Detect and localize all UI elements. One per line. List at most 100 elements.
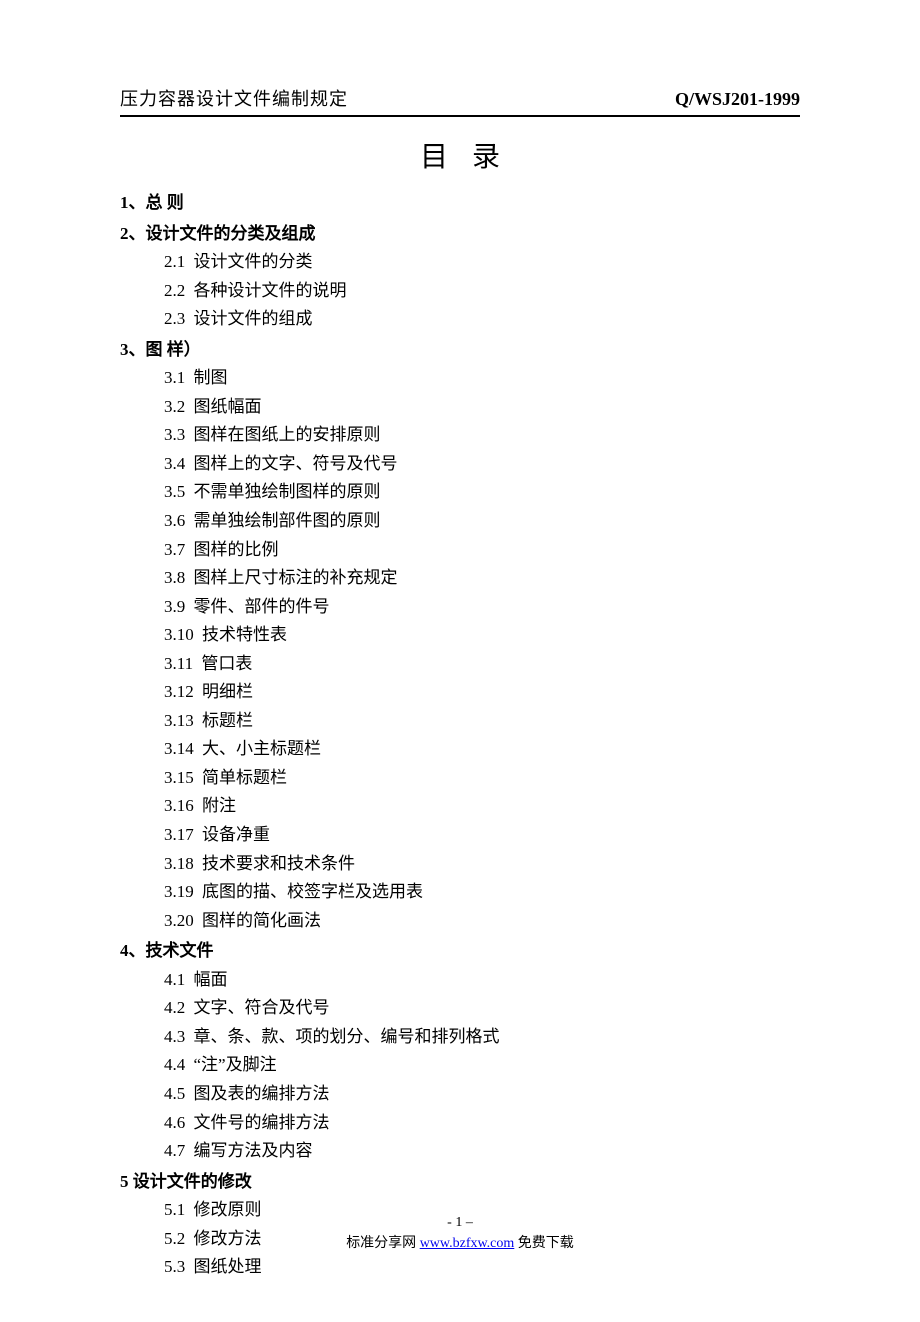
toc-sub-item-label: 制图 (194, 368, 228, 387)
toc-sub-item-label: 图及表的编排方法 (194, 1084, 330, 1103)
toc-sub-item-number: 4.5 (164, 1084, 185, 1103)
toc-sub-item-number: 3.14 (164, 739, 194, 758)
toc-section-number: 4、 (120, 941, 146, 960)
toc-sub-item: 3.10 技术特性表 (120, 621, 800, 650)
toc-sub-item-label: 零件、部件的件号 (194, 597, 330, 616)
toc-sub-item-label: 需单独绘制部件图的原则 (194, 511, 381, 530)
toc-sub-item-label: 文件号的编排方法 (194, 1113, 330, 1132)
toc-sub-item-number: 3.5 (164, 482, 185, 501)
toc-sub-item: 4.2 文字、符合及代号 (120, 994, 800, 1023)
toc-section-label: 图 样） (146, 340, 201, 359)
toc-sub-item-number: 3.6 (164, 511, 185, 530)
toc-section-label: 设计文件的分类及组成 (146, 224, 316, 243)
toc-section-number: 3、 (120, 340, 146, 359)
toc-sub-item-number: 5.3 (164, 1257, 185, 1276)
toc-sub-item: 3.5 不需单独绘制图样的原则 (120, 478, 800, 507)
toc-sub-item-label: 图样上的文字、符号及代号 (194, 454, 398, 473)
toc-sub-item-number: 3.15 (164, 768, 194, 787)
toc-section-heading: 2、设计文件的分类及组成 (120, 220, 800, 249)
toc-sub-item-number: 4.7 (164, 1141, 185, 1160)
toc-sub-item-label: 设计文件的组成 (194, 309, 313, 328)
toc-sub-item-label: 简单标题栏 (202, 768, 287, 787)
toc-sub-item-label: 不需单独绘制图样的原则 (194, 482, 381, 501)
toc-sub-item: 4.1 幅面 (120, 966, 800, 995)
toc-section-label: 设计文件的修改 (133, 1172, 252, 1191)
toc-sub-item: 5.3 图纸处理 (120, 1253, 800, 1282)
toc-sub-item-number: 3.13 (164, 711, 194, 730)
toc-sub-item-label: 幅面 (194, 970, 228, 989)
toc-sub-item-number: 2.1 (164, 252, 185, 271)
toc-sub-item-label: 图样的简化画法 (202, 911, 321, 930)
toc-sub-item: 4.7 编写方法及内容 (120, 1137, 800, 1166)
toc-sub-item-number: 3.7 (164, 540, 185, 559)
toc-sub-item-number: 3.16 (164, 796, 194, 815)
page-number: - 1 – (0, 1212, 920, 1233)
toc-sub-item-number: 4.4 (164, 1055, 185, 1074)
toc-sub-item-number: 3.17 (164, 825, 194, 844)
toc-section-heading: 5 设计文件的修改 (120, 1168, 800, 1197)
toc-sub-item-label: 图样在图纸上的安排原则 (194, 425, 381, 444)
toc-sub-item-label: 技术特性表 (202, 625, 287, 644)
toc-sub-item: 3.19 底图的描、校签字栏及选用表 (120, 878, 800, 907)
toc-section-number: 1、 (120, 193, 146, 212)
header-code-right: Q/WSJ201-1999 (675, 89, 800, 110)
toc-sub-item-number: 4.1 (164, 970, 185, 989)
page-footer: - 1 – 标准分享网 www.bzfxw.com 免费下载 (0, 1212, 920, 1254)
toc-sub-item-label: 底图的描、校签字栏及选用表 (202, 882, 423, 901)
toc-sub-item-label: 明细栏 (202, 682, 253, 701)
toc-sub-item-label: 各种设计文件的说明 (194, 281, 347, 300)
toc-sub-item-number: 3.19 (164, 882, 194, 901)
toc-sub-item-label: 文字、符合及代号 (194, 998, 330, 1017)
toc-sub-item: 3.3 图样在图纸上的安排原则 (120, 421, 800, 450)
toc-sub-item: 3.14 大、小主标题栏 (120, 735, 800, 764)
toc-sub-item-number: 3.4 (164, 454, 185, 473)
toc-sub-item-number: 2.3 (164, 309, 185, 328)
footer-share-link[interactable]: www.bzfxw.com (420, 1236, 515, 1251)
document-header: 压力容器设计文件编制规定 Q/WSJ201-1999 (120, 85, 800, 117)
toc-sub-item: 3.16 附注 (120, 792, 800, 821)
toc-sub-item: 4.6 文件号的编排方法 (120, 1109, 800, 1138)
footer-share-prefix: 标准分享网 (346, 1236, 420, 1251)
toc-sub-item-label: 图纸处理 (194, 1257, 262, 1276)
toc-sub-item-label: 大、小主标题栏 (202, 739, 321, 758)
toc-sub-item: 3.20 图样的简化画法 (120, 907, 800, 936)
toc-sub-item-label: 设计文件的分类 (194, 252, 313, 271)
toc-sub-item-number: 4.2 (164, 998, 185, 1017)
toc-sub-item: 4.5 图及表的编排方法 (120, 1080, 800, 1109)
toc-sub-item: 4.4 “注”及脚注 (120, 1051, 800, 1080)
toc-sub-item: 3.1 制图 (120, 364, 800, 393)
toc-sub-item-number: 3.11 (164, 654, 193, 673)
toc-sub-item: 3.13 标题栏 (120, 707, 800, 736)
toc-sub-item: 2.3 设计文件的组成 (120, 305, 800, 334)
toc-sub-item: 3.4 图样上的文字、符号及代号 (120, 450, 800, 479)
toc-sub-item: 3.7 图样的比例 (120, 536, 800, 565)
toc-sub-item: 4.3 章、条、款、项的划分、编号和排列格式 (120, 1023, 800, 1052)
toc-sub-item-number: 3.3 (164, 425, 185, 444)
toc-sub-item-label: 管口表 (201, 654, 252, 673)
toc-sub-item: 3.18 技术要求和技术条件 (120, 850, 800, 879)
toc-section-heading: 3、图 样） (120, 336, 800, 365)
toc-sub-item: 3.2 图纸幅面 (120, 393, 800, 422)
toc-sub-item-label: 图纸幅面 (194, 397, 262, 416)
toc-sub-item-number: 2.2 (164, 281, 185, 300)
footer-share-line: 标准分享网 www.bzfxw.com 免费下载 (0, 1233, 920, 1254)
toc-sub-item-label: 标题栏 (202, 711, 253, 730)
toc-sub-item-number: 3.9 (164, 597, 185, 616)
toc-sub-item: 3.8 图样上尺寸标注的补充规定 (120, 564, 800, 593)
toc-sub-item: 3.9 零件、部件的件号 (120, 593, 800, 622)
toc-sub-item-number: 3.2 (164, 397, 185, 416)
toc-sub-item-label: 设备净重 (202, 825, 270, 844)
toc-sub-item-label: 编写方法及内容 (194, 1141, 313, 1160)
toc-sub-item-label: “注”及脚注 (194, 1055, 277, 1074)
toc-sub-item: 3.15 简单标题栏 (120, 764, 800, 793)
toc-sub-item-number: 4.6 (164, 1113, 185, 1132)
toc-sub-item-number: 4.3 (164, 1027, 185, 1046)
toc-sub-item-label: 附注 (202, 796, 236, 815)
toc-sub-item: 3.17 设备净重 (120, 821, 800, 850)
toc-sub-item-number: 3.20 (164, 911, 194, 930)
toc-section-number: 5 (120, 1172, 133, 1191)
toc-section-label: 技术文件 (146, 941, 214, 960)
table-of-contents: 1、总 则2、设计文件的分类及组成2.1 设计文件的分类2.2 各种设计文件的说… (120, 189, 800, 1282)
toc-sub-item-label: 技术要求和技术条件 (202, 854, 355, 873)
toc-sub-item: 3.6 需单独绘制部件图的原则 (120, 507, 800, 536)
